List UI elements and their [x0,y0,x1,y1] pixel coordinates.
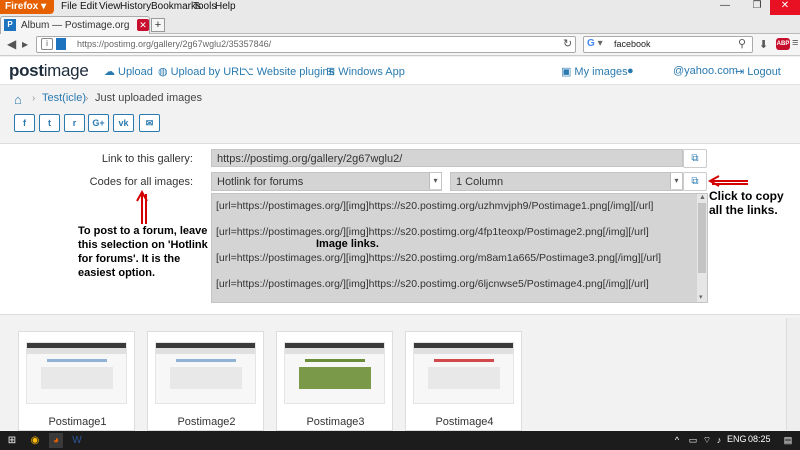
thumbnail-label: Postimage2 [177,416,236,428]
thumbnail-label: Postimage1 [48,416,107,428]
thumbnail-image[interactable] [155,342,256,404]
clock[interactable]: 08:25 [748,434,771,444]
thumbnail-image[interactable] [413,342,514,404]
thumbnail-card[interactable]: Postimage4 [405,331,522,431]
thumbnail-card[interactable]: Postimage1 [18,331,135,431]
page-scrollbar[interactable] [786,318,800,430]
tray-chevron-icon[interactable]: ^ [672,433,682,448]
word-icon[interactable]: W [70,433,84,448]
thumbnail-label: Postimage3 [306,416,365,428]
language-indicator[interactable]: ENG [727,434,747,444]
image-links-annotation: Image links. [316,238,379,250]
volume-icon[interactable]: ♪ [714,433,724,448]
thumbnail-card[interactable]: Postimage2 [147,331,264,431]
forum-tip-annotation: To post to a forum, leave this selection… [78,225,208,279]
thumbnail-image[interactable] [26,342,127,404]
thumbnail-card[interactable]: Postimage3 [276,331,393,431]
firefox-icon[interactable]: ◕ [49,433,63,448]
notifications-icon[interactable]: ▤ [782,433,794,448]
chrome-icon[interactable]: ◉ [28,433,42,448]
network-icon[interactable]: ⌔ [702,433,712,448]
copy-tip-annotation: Click to copy all the links. [709,189,784,217]
start-icon[interactable]: ⊞ [4,433,20,448]
battery-icon[interactable]: ▭ [688,433,698,448]
thumbnail-image[interactable] [284,342,385,404]
thumbnail-label: Postimage4 [435,416,494,428]
